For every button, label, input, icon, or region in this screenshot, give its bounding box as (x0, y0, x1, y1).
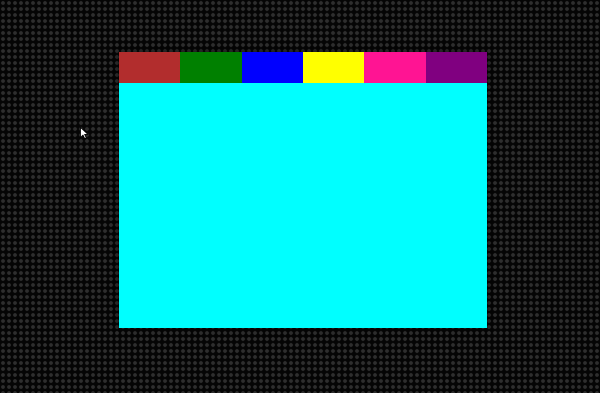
color-display-area[interactable] (119, 83, 487, 328)
desktop-background: { "color_tabs": [ {"name": "brown", "col… (0, 0, 600, 393)
color-tab-bar (119, 52, 487, 83)
color-picker-window (119, 52, 487, 328)
color-tab-green[interactable] (180, 52, 242, 83)
color-tab-yellow[interactable] (302, 52, 365, 83)
mouse-pointer-icon (80, 127, 89, 139)
color-tab-purple[interactable] (425, 52, 487, 83)
color-tab-blue[interactable] (241, 52, 303, 83)
color-tab-pink[interactable] (364, 52, 426, 83)
color-tab-brown[interactable] (119, 52, 181, 83)
